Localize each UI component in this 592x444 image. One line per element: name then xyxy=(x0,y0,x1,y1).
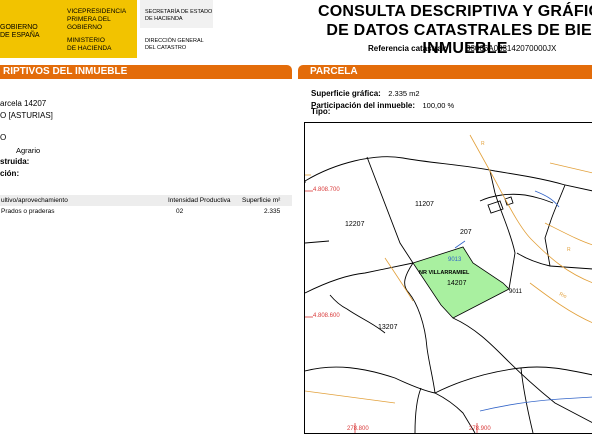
gov-name-line1: GOBIERNO xyxy=(0,24,38,31)
participacion-value: 100,00 % xyxy=(422,101,455,110)
ministry-line1: MINISTERIO xyxy=(67,37,105,44)
place-name-label: NR VILLARRAMIEL xyxy=(419,270,470,276)
dir-line2: DEL CATASTRO xyxy=(145,45,187,51)
parcel-label-207: 207 xyxy=(460,229,472,236)
left-section-title: RIPTIVOS DEL INMUEBLE xyxy=(3,66,128,77)
coord-label-4808700: 4.808.700 xyxy=(313,187,340,193)
sec-line2: DE HACIENDA xyxy=(145,16,183,22)
left-section-band: RIPTIVOS DEL INMUEBLE xyxy=(0,65,292,79)
participacion-row: Participación del inmueble: 100,00 % xyxy=(311,95,454,113)
cultivo-table-header: ultivo/aprovechamiento Intensidad Produc… xyxy=(0,195,292,206)
cell-intensidad: 02 xyxy=(176,208,184,215)
ref-label: Referencia catastral: xyxy=(368,44,447,53)
ocupacion-label: ción: xyxy=(0,169,20,178)
parcel-label-13207: 13207 xyxy=(378,324,398,331)
col-superficie: Superficie m² xyxy=(242,197,281,204)
parcel-label-9011: 9011 xyxy=(509,289,523,295)
road-label-1: R xyxy=(481,141,485,147)
sec-block: SECRETARÍA DE ESTADO DE HACIENDA DIRECCI… xyxy=(140,0,220,58)
gov-name-line2: DE ESPAÑA xyxy=(0,32,40,39)
parcel-label-9013: 9013 xyxy=(448,257,462,263)
page-title-line1: CONSULTA DESCRIPTIVA Y GRÁFICA xyxy=(317,3,592,20)
uso-value: Agrario xyxy=(16,146,41,155)
road-label-3: Rio xyxy=(558,291,568,300)
parcela-title: PARCELA xyxy=(310,66,358,77)
coord-label-278800: 278.800 xyxy=(347,426,369,432)
municipio-line: O [ASTURIAS] xyxy=(0,111,53,120)
parcel-label-14207: 14207 xyxy=(447,280,467,287)
construida-label: struida: xyxy=(0,157,30,166)
col-intensidad: Intensidad Productiva xyxy=(168,197,231,204)
tipo-label: Tipo: xyxy=(311,107,331,116)
map-svg: 11207 12207 207 14207 13207 9011 9013 NR… xyxy=(305,134,592,433)
parcel-label-11207: 11207 xyxy=(415,201,434,208)
coord-label-278900: 278.900 xyxy=(469,426,491,432)
parcela-band: PARCELA xyxy=(298,65,592,79)
col-cultivo: ultivo/aprovechamiento xyxy=(1,197,68,204)
parcela-line: arcela 14207 xyxy=(0,99,47,108)
ref-value: 33066A083142070000JX xyxy=(466,44,557,53)
vice-block: VICEPRESIDENCIA PRIMERA DEL GOBIERNO MIN… xyxy=(62,0,137,58)
o-line: O xyxy=(0,133,7,142)
table-row: Prados o praderas 02 2.335 xyxy=(0,207,292,217)
vice-line2: PRIMERA DEL GOBIERNO xyxy=(67,16,111,31)
coord-label-4808600: 4.808.600 xyxy=(313,313,340,319)
cell-superficie: 2.335 xyxy=(264,208,281,215)
parcel-label-12207: 12207 xyxy=(345,221,365,228)
vice-line1: VICEPRESIDENCIA xyxy=(67,8,127,15)
cell-cultivo: Prados o praderas xyxy=(1,208,55,215)
ministry-line2: DE HACIENDA xyxy=(67,45,112,52)
cadastral-map: 11207 12207 207 14207 13207 9011 9013 NR… xyxy=(304,122,592,434)
gov-logo-block: GOBIERNO DE ESPAÑA xyxy=(0,0,62,58)
road-label-2: R xyxy=(567,247,571,253)
